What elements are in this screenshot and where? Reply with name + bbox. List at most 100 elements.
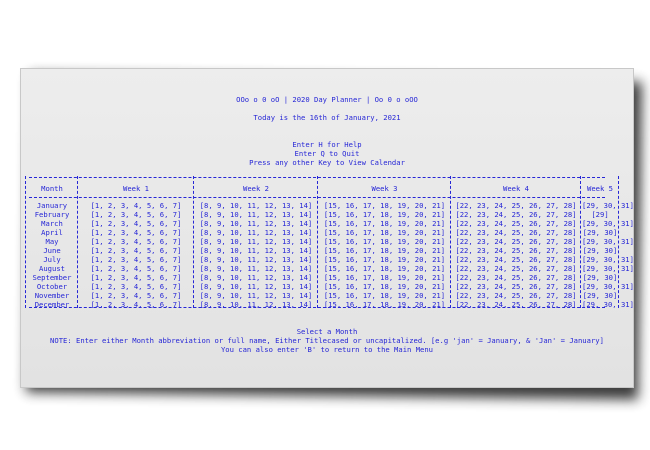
cell-week-2: [8, 9, 10, 11, 12, 13, 14] bbox=[199, 210, 313, 219]
cell-week-5: [29, 30, 31] bbox=[582, 300, 634, 309]
table-header-row: Month Week 1 Week 2 Week 3 Week 4 Week 5 bbox=[25, 184, 619, 193]
cell-week-5: [29, 30, 31] bbox=[582, 201, 634, 210]
column-header-week-3: Week 3 bbox=[371, 184, 398, 193]
table-row: March [1, 2, 3, 4, 5, 6, 7] [8, 9, 10, 11,… bbox=[25, 219, 634, 228]
cell-week-4: [22, 23, 24, 25, 26, 27, 28] bbox=[455, 282, 577, 291]
cell-week-3: [15, 16, 17, 18, 19, 20, 21] bbox=[323, 273, 446, 282]
table-row: June [1, 2, 3, 4, 5, 6, 7] [8, 9, 10, 11, … bbox=[25, 246, 619, 255]
cell-week-5: [29, 30, 31] bbox=[582, 219, 634, 228]
help-instruction: Enter H for Help bbox=[292, 140, 362, 149]
cell-week-4: [22, 23, 24, 25, 26, 27, 28] bbox=[455, 300, 577, 309]
cell-week-5: [29, 30, 31] bbox=[582, 282, 634, 291]
table-row: September [1, 2, 3, 4, 5, 6, 7] [8, 9, 10,… bbox=[25, 273, 619, 282]
cell-week-4: [22, 23, 24, 25, 26, 27, 28] bbox=[455, 291, 577, 300]
cell-week-3: [15, 16, 17, 18, 19, 20, 21] bbox=[323, 201, 446, 210]
cell-month: August bbox=[39, 264, 65, 273]
calendar-table: Month Week 1 Week 2 Week 3 Week 4 Week 5… bbox=[25, 176, 634, 316]
cell-week-1: [1, 2, 3, 4, 5, 6, 7] bbox=[90, 237, 182, 246]
cell-month: October bbox=[36, 282, 68, 291]
cell-week-4: [22, 23, 24, 25, 26, 27, 28] bbox=[455, 201, 577, 210]
table-row: July [1, 2, 3, 4, 5, 6, 7] [8, 9, 10, 11, … bbox=[25, 255, 634, 264]
table-row: February [1, 2, 3, 4, 5, 6, 7] [8, 9, 10, … bbox=[25, 210, 619, 219]
cell-week-3: [15, 16, 17, 18, 19, 20, 21] bbox=[323, 264, 446, 273]
cell-week-2: [8, 9, 10, 11, 12, 13, 14] bbox=[199, 255, 313, 264]
cell-week-1: [1, 2, 3, 4, 5, 6, 7] bbox=[90, 255, 182, 264]
table-row: October [1, 2, 3, 4, 5, 6, 7] [8, 9, 10, 1… bbox=[25, 282, 634, 291]
cell-week-1: [1, 2, 3, 4, 5, 6, 7] bbox=[90, 291, 182, 300]
cell-month: November bbox=[34, 291, 70, 300]
cell-week-4: [22, 23, 24, 25, 26, 27, 28] bbox=[455, 237, 577, 246]
cell-week-2: [8, 9, 10, 11, 12, 13, 14] bbox=[199, 219, 313, 228]
cell-month: January bbox=[36, 201, 68, 210]
cell-week-3: [15, 16, 17, 18, 19, 20, 21] bbox=[323, 255, 446, 264]
cell-month: May bbox=[45, 237, 59, 246]
cell-week-2: [8, 9, 10, 11, 12, 13, 14] bbox=[199, 282, 313, 291]
cell-month: July bbox=[43, 255, 61, 264]
cell-month: December bbox=[34, 300, 70, 309]
cell-week-1: [1, 2, 3, 4, 5, 6, 7] bbox=[90, 228, 182, 237]
table-row: January [1, 2, 3, 4, 5, 6, 7] [8, 9, 10, 1… bbox=[25, 201, 634, 210]
cell-week-4: [22, 23, 24, 25, 26, 27, 28] bbox=[455, 210, 577, 219]
cell-week-1: [1, 2, 3, 4, 5, 6, 7] bbox=[90, 246, 182, 255]
cell-week-5: [29, 30] bbox=[582, 273, 618, 282]
cell-week-5: [29, 30, 31] bbox=[582, 237, 634, 246]
cell-week-5: [29, 30] bbox=[582, 291, 618, 300]
column-header-week-1: Week 1 bbox=[123, 184, 149, 193]
cell-week-3: [15, 16, 17, 18, 19, 20, 21] bbox=[323, 300, 446, 309]
cell-week-3: [15, 16, 17, 18, 19, 20, 21] bbox=[323, 210, 446, 219]
cell-week-4: [22, 23, 24, 25, 26, 27, 28] bbox=[455, 228, 577, 237]
cell-week-2: [8, 9, 10, 11, 12, 13, 14] bbox=[199, 273, 313, 282]
table-row: April [1, 2, 3, 4, 5, 6, 7] [8, 9, 10, 11,… bbox=[25, 228, 619, 237]
cell-week-1: [1, 2, 3, 4, 5, 6, 7] bbox=[90, 210, 182, 219]
cell-week-2: [8, 9, 10, 11, 12, 13, 14] bbox=[199, 264, 313, 273]
banner-title: OOo o 0 oO | 2020 Day Planner | Oo 0 o o… bbox=[236, 95, 418, 104]
cell-week-3: [15, 16, 17, 18, 19, 20, 21] bbox=[323, 246, 446, 255]
cell-week-1: [1, 2, 3, 4, 5, 6, 7] bbox=[90, 219, 182, 228]
cell-week-1: [1, 2, 3, 4, 5, 6, 7] bbox=[90, 201, 182, 210]
column-header-month: Month bbox=[41, 184, 63, 193]
cell-month: April bbox=[41, 228, 63, 237]
cell-week-3: [15, 16, 17, 18, 19, 20, 21] bbox=[323, 291, 446, 300]
cell-week-2: [8, 9, 10, 11, 12, 13, 14] bbox=[199, 246, 313, 255]
cell-month: March bbox=[41, 219, 63, 228]
cell-week-2: [8, 9, 10, 11, 12, 13, 14] bbox=[199, 237, 313, 246]
column-header-week-5: Week 5 bbox=[587, 184, 613, 193]
note-text: NOTE: Enter either Month abbreviation or… bbox=[50, 336, 604, 345]
cell-week-5: [29, 30, 31] bbox=[582, 255, 634, 264]
cell-week-4: [22, 23, 24, 25, 26, 27, 28] bbox=[455, 219, 577, 228]
cell-week-4: [22, 23, 24, 25, 26, 27, 28] bbox=[455, 255, 577, 264]
cell-week-3: [15, 16, 17, 18, 19, 20, 21] bbox=[323, 237, 446, 246]
cell-week-4: [22, 23, 24, 25, 26, 27, 28] bbox=[455, 246, 577, 255]
quit-instruction: Enter Q to Quit bbox=[294, 149, 360, 158]
cell-week-5: [29, 30] bbox=[582, 246, 618, 255]
column-header-week-2: Week 2 bbox=[243, 184, 269, 193]
footer-block: Select a Month NOTE: Enter either Month … bbox=[21, 327, 633, 354]
table-row: December [1, 2, 3, 4, 5, 6, 7] [8, 9, 10, … bbox=[25, 300, 634, 309]
column-header-week-4: Week 4 bbox=[503, 184, 529, 193]
cell-month: September bbox=[32, 273, 72, 282]
cell-week-3: [15, 16, 17, 18, 19, 20, 21] bbox=[323, 228, 446, 237]
back-instruction: You can also enter 'B' to return to the … bbox=[220, 345, 434, 354]
cell-week-1: [1, 2, 3, 4, 5, 6, 7] bbox=[90, 264, 182, 273]
view-instruction: Press any other Key to View Calendar bbox=[249, 158, 405, 167]
cell-week-1: [1, 2, 3, 4, 5, 6, 7] bbox=[90, 282, 182, 291]
cell-week-4: [22, 23, 24, 25, 26, 27, 28] bbox=[455, 273, 577, 282]
cell-week-2: [8, 9, 10, 11, 12, 13, 14] bbox=[199, 228, 313, 237]
cell-week-3: [15, 16, 17, 18, 19, 20, 21] bbox=[323, 282, 446, 291]
cell-week-5: [29] bbox=[591, 210, 609, 219]
cell-month: June bbox=[43, 246, 61, 255]
cell-week-2: [8, 9, 10, 11, 12, 13, 14] bbox=[199, 201, 313, 210]
terminal-window[interactable]: OOo o 0 oO | 2020 Day Planner | Oo 0 o o… bbox=[20, 68, 634, 388]
cell-month: February bbox=[34, 210, 70, 219]
table-row: May [1, 2, 3, 4, 5, 6, 7] [8, 9, 10, 11, 1… bbox=[25, 237, 634, 246]
cell-week-2: [8, 9, 10, 11, 12, 13, 14] bbox=[199, 300, 313, 309]
cell-week-1: [1, 2, 3, 4, 5, 6, 7] bbox=[90, 273, 182, 282]
cell-week-2: [8, 9, 10, 11, 12, 13, 14] bbox=[199, 291, 313, 300]
today-date: Today is the 16th of January, 2021 bbox=[253, 113, 401, 122]
cell-week-5: [29, 30, 31] bbox=[582, 264, 634, 273]
cell-week-1: [1, 2, 3, 4, 5, 6, 7] bbox=[90, 300, 182, 309]
table-row: November [1, 2, 3, 4, 5, 6, 7] [8, 9, 10, … bbox=[25, 291, 619, 300]
cell-week-3: [15, 16, 17, 18, 19, 20, 21] bbox=[323, 219, 446, 228]
cell-week-5: [29, 30] bbox=[582, 228, 618, 237]
select-month-prompt: Select a Month bbox=[296, 327, 358, 336]
